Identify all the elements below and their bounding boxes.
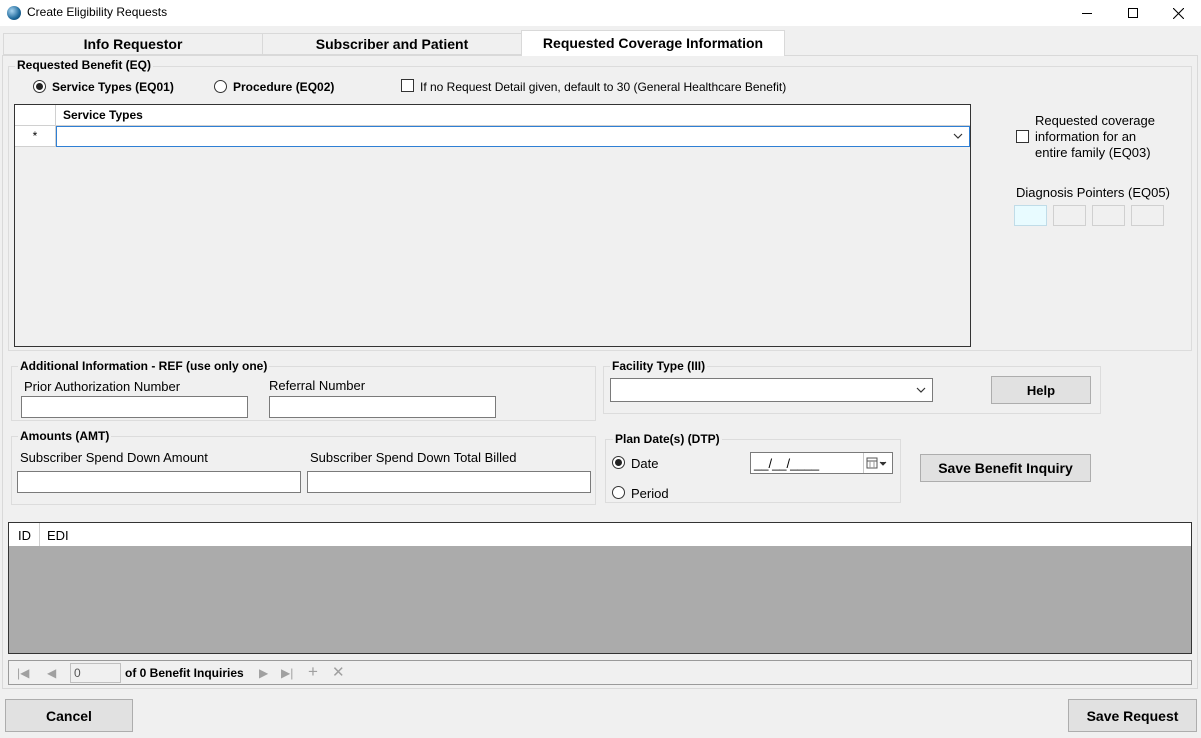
- cancel-button[interactable]: Cancel: [5, 699, 133, 732]
- entire-family-label: Requested coverage information for an en…: [1035, 113, 1155, 161]
- entire-family-checkbox[interactable]: [1016, 130, 1029, 143]
- tab-subscriber-and-patient[interactable]: Subscriber and Patient: [262, 33, 522, 55]
- spend-down-label: Subscriber Spend Down Amount: [20, 450, 208, 465]
- prior-auth-label: Prior Authorization Number: [24, 379, 181, 394]
- grid-corner: [15, 105, 56, 126]
- calendar-icon: [866, 457, 887, 469]
- chevron-down-icon: [953, 133, 963, 139]
- additional-info-label: Additional Information - REF (use only o…: [18, 359, 270, 373]
- save-benefit-inquiry-button[interactable]: Save Benefit Inquiry: [920, 454, 1091, 482]
- window-title: Create Eligibility Requests: [27, 5, 168, 19]
- period-radio[interactable]: [612, 486, 625, 499]
- app-globe-icon: [7, 6, 21, 20]
- entire-family-label-line2: information for an: [1035, 129, 1137, 144]
- facility-type-label: Facility Type (III): [610, 359, 708, 373]
- date-picker-divider: [863, 453, 864, 473]
- period-radio-label: Period: [631, 486, 669, 501]
- tab-info-requestor[interactable]: Info Requestor: [3, 33, 263, 55]
- title-bar: Create Eligibility Requests: [0, 0, 1201, 26]
- id-column-header[interactable]: ID: [18, 528, 31, 543]
- maximize-button[interactable]: [1110, 0, 1156, 26]
- referral-label: Referral Number: [269, 378, 366, 393]
- benefit-inquiry-list[interactable]: ID EDI: [8, 522, 1192, 654]
- plan-date-input[interactable]: __/__/____: [750, 452, 893, 474]
- service-types-grid[interactable]: Service Types *: [14, 104, 971, 347]
- procedure-radio-label: Procedure (EQ02): [233, 80, 335, 94]
- position-input[interactable]: 0: [70, 663, 121, 683]
- service-types-radio-label: Service Types (EQ01): [52, 80, 174, 94]
- default-30-checkbox[interactable]: [401, 79, 414, 92]
- record-count: of 0 Benefit Inquiries: [125, 666, 244, 680]
- new-row-marker: *: [15, 126, 56, 147]
- help-button[interactable]: Help: [991, 376, 1091, 404]
- previous-record-icon[interactable]: ◀: [47, 666, 56, 680]
- total-billed-label: Subscriber Spend Down Total Billed: [310, 450, 517, 465]
- entire-family-label-line3: entire family (EQ03): [1035, 145, 1151, 160]
- next-record-icon[interactable]: ▶: [259, 666, 268, 680]
- minimize-button[interactable]: [1064, 0, 1110, 26]
- grid-header: Service Types: [15, 105, 970, 126]
- close-icon: [1172, 7, 1184, 19]
- tab-requested-coverage[interactable]: Requested Coverage Information: [521, 30, 785, 56]
- plan-dates-label: Plan Date(s) (DTP): [613, 432, 722, 446]
- plan-date-value: __/__/____: [754, 456, 820, 471]
- grid-new-row[interactable]: *: [15, 126, 970, 147]
- list-header: ID EDI: [9, 523, 1191, 546]
- diagnosis-pointer-1[interactable]: [1014, 205, 1047, 226]
- first-record-icon[interactable]: |◀: [17, 666, 29, 680]
- date-radio-label: Date: [631, 456, 659, 471]
- service-type-combobox[interactable]: [56, 126, 970, 147]
- facility-type-select[interactable]: [610, 378, 933, 402]
- amounts-label: Amounts (AMT): [18, 429, 112, 443]
- add-record-icon[interactable]: +: [308, 662, 318, 682]
- diagnosis-pointer-4[interactable]: [1131, 205, 1164, 226]
- save-request-button[interactable]: Save Request: [1068, 699, 1197, 732]
- minimize-icon: [1082, 13, 1092, 14]
- record-navigator: |◀ ◀ 0 of 0 Benefit Inquiries ▶ ▶| + ✕: [8, 660, 1192, 685]
- procedure-radio[interactable]: [214, 80, 227, 93]
- column-divider: [39, 523, 40, 546]
- entire-family-label-line1: Requested coverage: [1035, 113, 1155, 128]
- maximize-icon: [1128, 8, 1138, 18]
- service-types-column-header[interactable]: Service Types: [63, 108, 143, 122]
- close-button[interactable]: [1155, 0, 1201, 26]
- requested-benefit-label: Requested Benefit (EQ): [15, 58, 154, 72]
- last-record-icon[interactable]: ▶|: [281, 666, 293, 680]
- date-radio[interactable]: [612, 456, 625, 469]
- spend-down-input[interactable]: [17, 471, 301, 493]
- total-billed-input[interactable]: [307, 471, 591, 493]
- diagnosis-pointer-3[interactable]: [1092, 205, 1125, 226]
- prior-auth-input[interactable]: [21, 396, 248, 418]
- chevron-down-icon: [916, 387, 926, 393]
- service-types-radio[interactable]: [33, 80, 46, 93]
- delete-record-icon[interactable]: ✕: [332, 663, 345, 681]
- default-30-label: If no Request Detail given, default to 3…: [420, 80, 787, 94]
- edi-column-header[interactable]: EDI: [47, 528, 69, 543]
- diagnosis-pointer-2[interactable]: [1053, 205, 1086, 226]
- referral-input[interactable]: [269, 396, 496, 418]
- diagnosis-pointers-label: Diagnosis Pointers (EQ05): [1016, 185, 1170, 200]
